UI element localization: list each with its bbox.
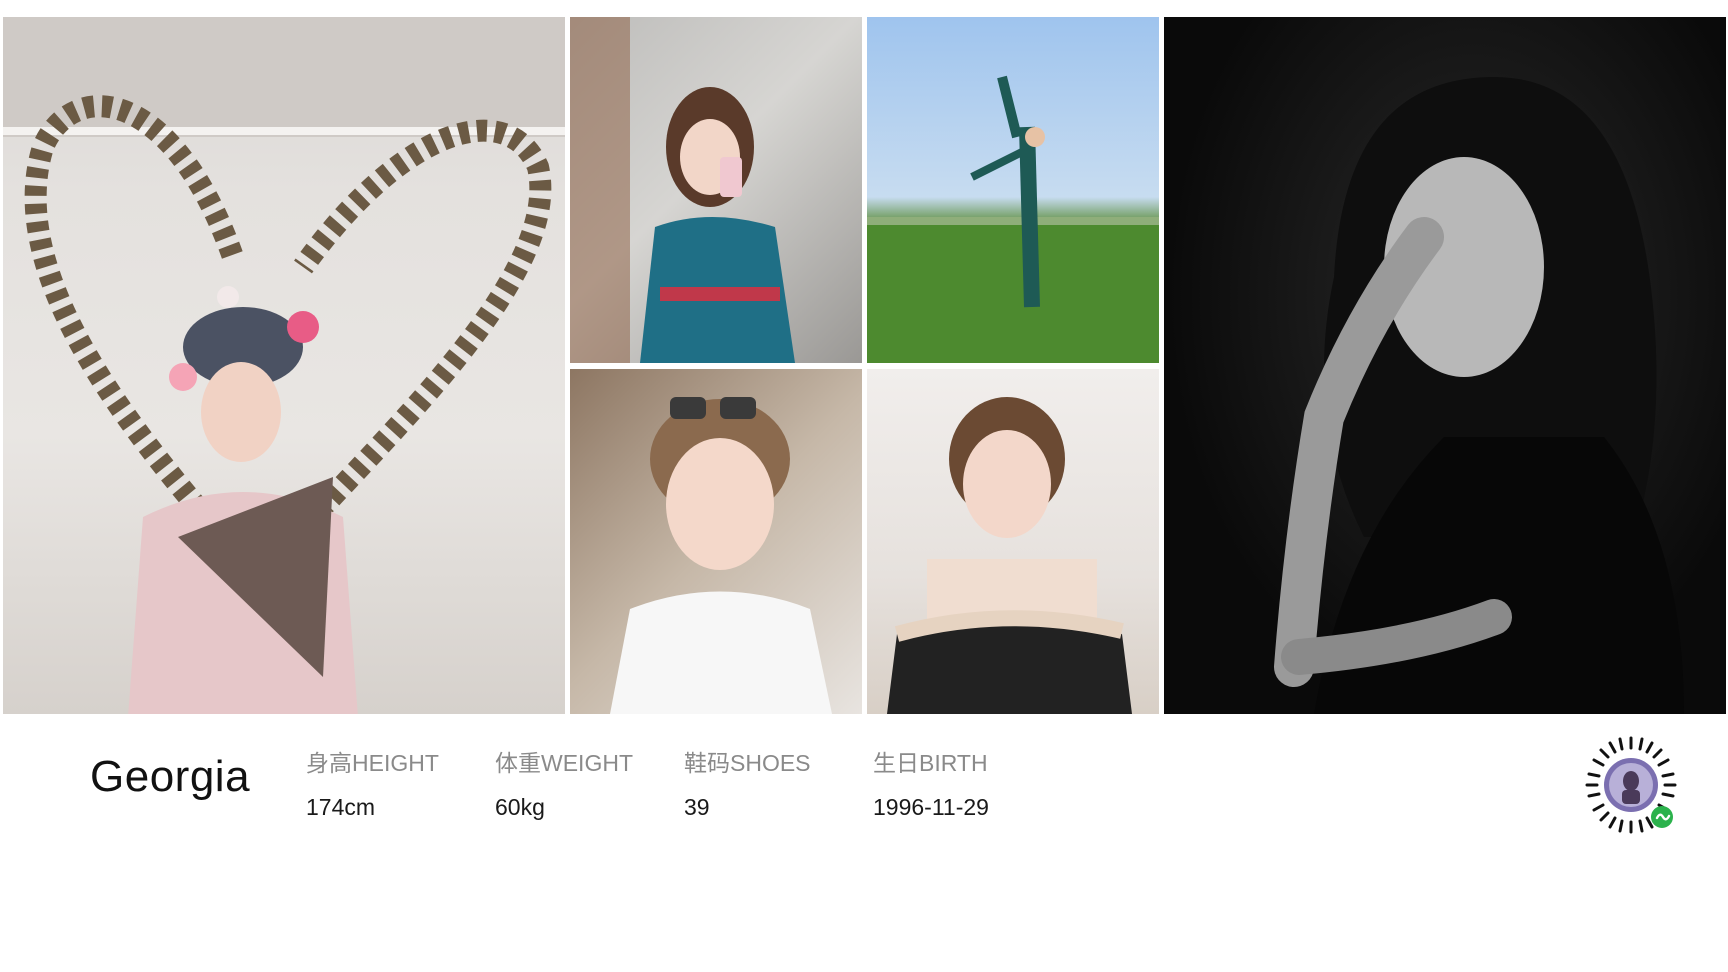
stat-value: 1996-11-29 (873, 794, 989, 820)
field-dance-photo (867, 17, 1159, 363)
stat-birth: 生日BIRTH 1996-11-29 (873, 744, 989, 821)
mini-program-code-icon[interactable] (1580, 734, 1682, 836)
strapless-top-photo (867, 369, 1159, 714)
model-name: Georgia (90, 752, 251, 801)
stat-label: 身高HEIGHT (306, 750, 439, 776)
stat-value: 39 (684, 794, 710, 820)
stat-value: 60kg (495, 794, 545, 820)
sunglasses-selfie-photo (570, 369, 862, 714)
opera-costume-photo (3, 17, 565, 714)
bw-portrait-photo (1164, 17, 1726, 714)
stat-value: 174cm (306, 794, 376, 820)
stat-label: 鞋码SHOES (684, 750, 811, 776)
stat-label: 生日BIRTH (873, 750, 988, 776)
mirror-selfie-photo (570, 17, 862, 363)
stat-weight: 体重WEIGHT 60kg (495, 744, 633, 821)
stat-height: 身高HEIGHT 174cm (306, 744, 439, 821)
stat-shoes: 鞋码SHOES 39 (684, 744, 811, 821)
stat-label: 体重WEIGHT (495, 750, 633, 776)
